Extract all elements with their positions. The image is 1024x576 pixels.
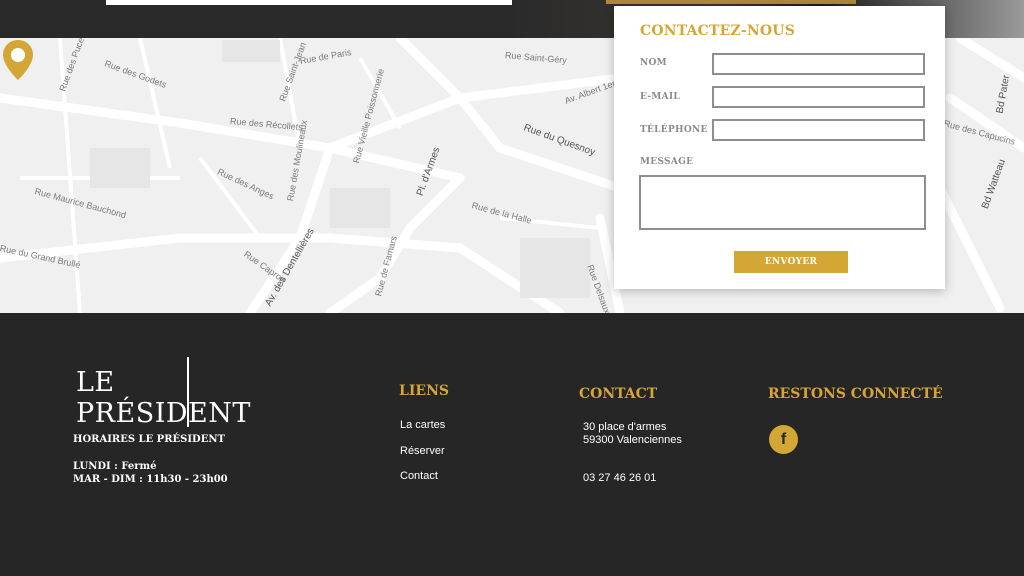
contact-form: CONTACTEZ-NOUS NOM E-MAIL TÉLÉPHONE MESS…	[614, 6, 945, 289]
email-label: E-MAIL	[640, 92, 681, 102]
address-line: 30 place d'armes	[583, 421, 667, 433]
facebook-icon[interactable]: f	[769, 425, 798, 454]
hours-line: LUNDI : Fermé	[73, 461, 157, 472]
contact-title: CONTACT	[579, 386, 658, 402]
phone-number[interactable]: 03 27 46 26 01	[583, 472, 656, 485]
link-cartes[interactable]: La cartes	[400, 419, 445, 431]
name-field[interactable]	[712, 53, 925, 75]
form-title: CONTACTEZ-NOUS	[640, 23, 796, 39]
link-reserver[interactable]: Réserver	[400, 445, 445, 457]
hours-title: HORAIRES LE PRÉSIDENT	[73, 434, 225, 445]
links-title: LIENS	[399, 383, 449, 399]
location-pin-icon[interactable]	[0, 38, 36, 82]
message-field[interactable]	[639, 175, 926, 230]
link-contact[interactable]: Contact	[400, 470, 438, 482]
logo-divider	[187, 357, 189, 427]
phone-label: TÉLÉPHONE	[640, 125, 708, 135]
footer: LE PRÉSIDENT HORAIRES LE PRÉSIDENT LUNDI…	[0, 313, 1024, 576]
hours-line: MAR - DIM : 11h30 - 23h00	[73, 474, 228, 485]
social-title: RESTONS CONNECTÉ	[768, 386, 943, 402]
phone-field[interactable]	[712, 119, 925, 141]
logo[interactable]: LE PRÉSIDENT	[76, 335, 286, 429]
email-field[interactable]	[712, 86, 925, 108]
name-label: NOM	[640, 58, 667, 68]
top-white-bar	[106, 0, 512, 5]
logo-text: LE PRÉSIDENT	[76, 367, 251, 429]
address-line: 59300 Valenciennes	[583, 434, 682, 446]
send-button[interactable]: ENVOYER	[734, 251, 848, 273]
message-label: MESSAGE	[640, 157, 694, 167]
